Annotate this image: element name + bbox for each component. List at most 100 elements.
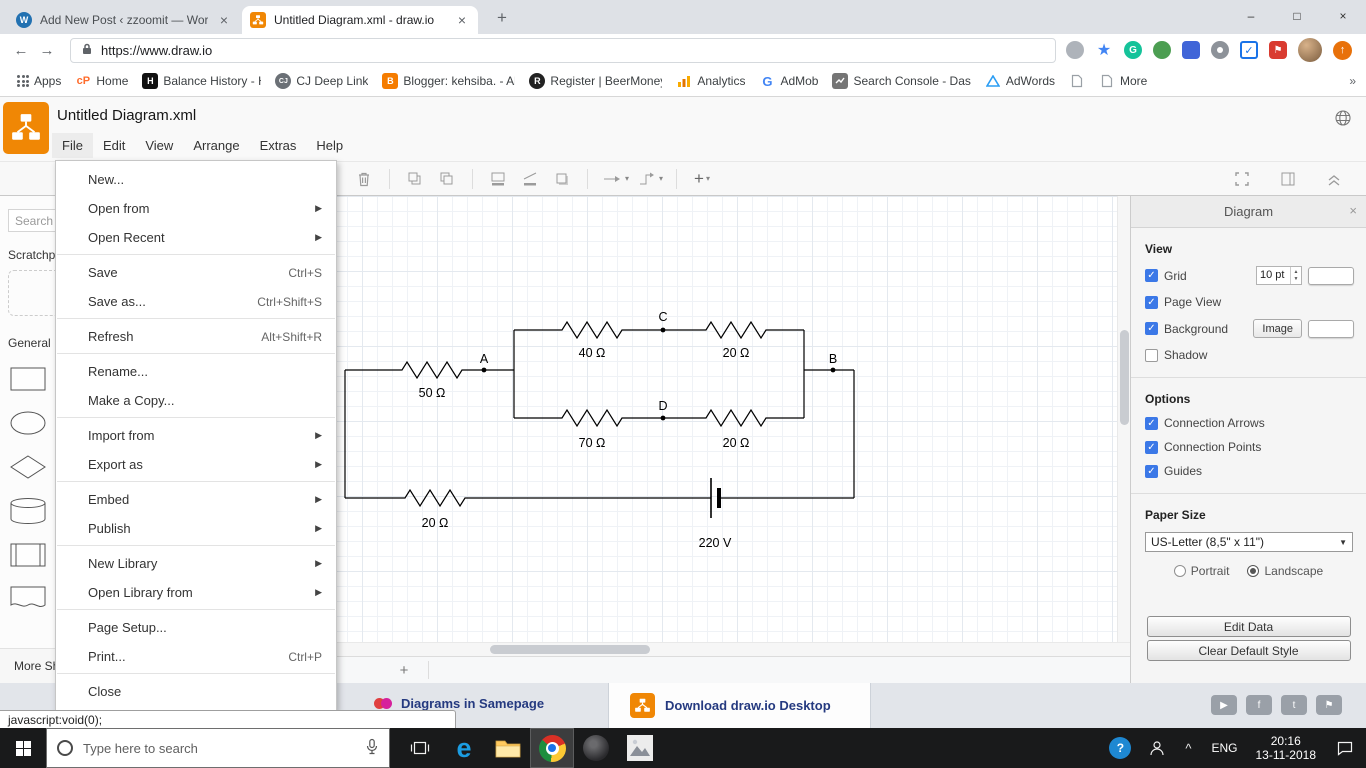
shape-rectangle[interactable] [5,364,51,393]
shape-process[interactable] [5,540,51,569]
checker-extension-icon[interactable]: ✓ [1240,41,1258,59]
bookmark-analytics[interactable]: Analytics [669,69,752,93]
camera-extension-icon[interactable] [1211,41,1229,59]
chrome-icon[interactable] [530,728,574,768]
edge-icon[interactable]: e [442,728,486,768]
close-icon[interactable]: × [1349,203,1357,218]
language-globe-icon[interactable] [1334,109,1352,130]
start-button[interactable] [0,728,46,768]
flag-social-icon[interactable]: ⚑ [1316,695,1342,715]
paper-size-select[interactable]: US-Letter (8,5" x 11") ▼ [1145,532,1353,552]
portrait-radio[interactable] [1173,565,1186,577]
menu-item-new-library[interactable]: New Library ▶ [56,549,336,578]
taskbar-clock[interactable]: 20:16 13-11-2018 [1248,734,1325,763]
photos-icon[interactable] [618,728,662,768]
bookmark-search-console[interactable]: Search Console - Das [825,69,977,93]
drawio-canvas[interactable]: A B C D 50 Ω 40 Ω 20 Ω 70 Ω 20 Ω 20 Ω 22… [212,196,1130,642]
back-button[interactable]: ← [8,42,34,59]
grammarly-icon[interactable]: G [1124,41,1142,59]
window-minimize-button[interactable]: – [1228,0,1274,32]
menu-item-rename[interactable]: Rename... [56,357,336,386]
menu-item-print[interactable]: Print... Ctrl+P [56,642,336,671]
shape-document[interactable] [5,584,51,613]
portrait-option[interactable]: Portrait [1173,564,1229,578]
bookmark-adwords[interactable]: AdWords [978,69,1062,93]
menu-arrange[interactable]: Arrange [183,133,249,158]
forward-button[interactable]: → [34,42,60,59]
samepage-banner-link[interactable]: Diagrams in Samepage [374,696,544,711]
circuit-diagram[interactable]: A B C D 50 Ω 40 Ω 20 Ω 70 Ω 20 Ω 20 Ω 22… [212,196,1130,642]
taskbar-search-input[interactable] [83,740,355,756]
to-back-button[interactable] [435,166,459,192]
landscape-radio[interactable] [1247,565,1260,577]
add-page-button[interactable]: + [392,659,416,681]
bookmark-beermoney[interactable]: R Register | BeerMoney [522,69,669,93]
https-lock-icon[interactable] [81,42,93,59]
delete-button[interactable] [352,166,376,192]
bookmark-home[interactable]: cP Home [68,69,135,93]
profile-avatar[interactable] [1298,38,1322,62]
menu-item-close[interactable]: Close [56,677,336,706]
menu-item-embed[interactable]: Embed ▶ [56,485,336,514]
address-bar[interactable]: https://www.draw.io [70,37,1056,63]
fullscreen-icon[interactable] [1230,166,1254,192]
format-panel-toggle-icon[interactable] [1276,166,1300,192]
line-color-button[interactable] [518,166,542,192]
bookmark-cj-deep-link[interactable]: CJ CJ Deep Link [268,69,375,93]
bookmark-admob[interactable]: G AdMob [752,69,825,93]
shadow-button[interactable] [550,166,574,192]
menu-item-open-recent[interactable]: Open Recent ▶ [56,223,336,252]
browser-tab-wordpress[interactable]: W Add New Post ‹ zzoomit — Word × [8,6,240,34]
menu-help[interactable]: Help [306,133,353,158]
scrollbar-thumb[interactable] [1120,330,1129,425]
facebook-icon[interactable]: f [1246,695,1272,715]
menu-view[interactable]: View [135,133,183,158]
extension-icon-2[interactable] [1153,41,1171,59]
horizontal-scrollbar[interactable] [212,642,1130,656]
chrome-menu-icon[interactable]: ↑ [1333,40,1352,60]
shape-diamond[interactable] [5,452,51,481]
action-center-icon[interactable] [1324,728,1366,768]
background-color-swatch[interactable] [1308,319,1354,338]
menu-item-open-library-from[interactable]: Open Library from ▶ [56,578,336,607]
connection-points-checkbox[interactable] [1145,440,1158,454]
tray-help-icon[interactable]: ? [1101,728,1139,768]
to-front-button[interactable] [403,166,427,192]
bookmarks-overflow-button[interactable]: » [1349,74,1356,88]
page-view-checkbox[interactable] [1145,295,1158,309]
menu-item-export-as[interactable]: Export as ▶ [56,450,336,479]
grid-size-spinner[interactable]: ▲ ▼ [1290,267,1301,284]
app-icon[interactable] [574,728,618,768]
task-view-button[interactable] [398,728,442,768]
tab-close-icon[interactable]: × [216,12,232,28]
desktop-download-link[interactable]: Download draw.io Desktop [630,693,831,718]
youtube-icon[interactable]: ▶ [1211,695,1237,715]
window-maximize-button[interactable]: □ [1274,0,1320,32]
edit-data-button[interactable]: Edit Data [1146,616,1351,637]
menu-item-open-from[interactable]: Open from ▶ [56,194,336,223]
new-tab-button[interactable]: + [490,8,514,28]
menu-file[interactable]: File [52,133,93,158]
shape-ellipse[interactable] [5,408,51,437]
background-checkbox[interactable] [1145,322,1158,335]
format-panel-tab-diagram[interactable]: Diagram × [1131,196,1366,228]
shadow-checkbox[interactable] [1145,348,1158,362]
spin-down-icon[interactable]: ▼ [1294,276,1299,283]
grid-color-swatch[interactable] [1308,266,1354,285]
guides-checkbox[interactable] [1145,464,1158,478]
scrollbar-thumb[interactable] [490,645,650,654]
flag-extension-icon[interactable]: ⚑ [1269,41,1287,59]
bookmark-untitled[interactable] [1062,69,1092,93]
microphone-icon[interactable] [365,738,379,759]
menu-item-import-from[interactable]: Import from ▶ [56,421,336,450]
tab-close-icon[interactable]: × [454,12,470,28]
menu-item-refresh[interactable]: Refresh Alt+Shift+R [56,322,336,351]
menu-edit[interactable]: Edit [93,133,135,158]
connection-style-button[interactable]: ▾ [601,166,629,192]
taskbar-search[interactable] [46,728,390,768]
menu-item-page-setup[interactable]: Page Setup... [56,613,336,642]
bookmark-balance-history[interactable]: H Balance History - Hub [135,69,268,93]
menu-item-make-a-copy[interactable]: Make a Copy... [56,386,336,415]
shape-cylinder[interactable] [5,496,51,525]
waypoint-style-button[interactable]: ▾ [637,166,663,192]
